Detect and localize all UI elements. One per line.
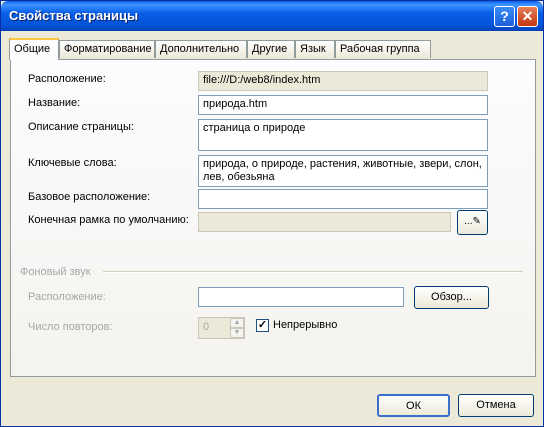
default-frame-field (198, 212, 451, 232)
tab-strip: Общие Форматирование Дополнительно Други… (9, 38, 539, 60)
description-textarea[interactable]: страница о природе (198, 119, 488, 151)
keywords-label: Ключевые слова: (28, 157, 117, 169)
spin-down-icon: ▼ (230, 328, 244, 338)
edit-icon: ...✎ (464, 216, 481, 227)
tab-general[interactable]: Общие (9, 38, 59, 60)
cancel-button[interactable]: Отмена (458, 394, 534, 417)
continuous-label[interactable]: Непрерывно (273, 319, 337, 331)
loop-count-spinner: 0 ▲ ▼ (198, 317, 245, 339)
sound-location-input[interactable] (198, 287, 404, 307)
dialog-title: Свойства страницы (9, 8, 139, 23)
edit-frame-button[interactable]: ...✎ (457, 210, 488, 235)
loop-count-label: Число повторов: (28, 321, 113, 333)
close-button[interactable]: ✕ (517, 6, 538, 27)
location-label: Расположение: (28, 73, 106, 85)
sound-location-label: Расположение: (28, 291, 106, 303)
spin-up-icon: ▲ (230, 318, 244, 328)
tab-workgroup[interactable]: Рабочая группа (335, 40, 431, 58)
continuous-checkbox[interactable]: ✓ (256, 319, 269, 332)
tab-language[interactable]: Язык (295, 40, 335, 58)
section-separator (103, 271, 523, 273)
location-field: file:///D:/web8/index.htm (198, 71, 488, 91)
keywords-textarea[interactable]: природа, о природе, растения, животные, … (198, 155, 488, 187)
title-bar: Свойства страницы ? ✕ (1, 1, 543, 31)
tab-other[interactable]: Другие (247, 40, 295, 58)
default-frame-label: Конечная рамка по умолчанию: (28, 214, 189, 226)
checkmark-icon: ✓ (257, 319, 268, 331)
tab-formatting[interactable]: Форматирование (59, 40, 155, 58)
description-label: Описание страницы: (28, 121, 134, 133)
base-location-label: Базовое расположение: (28, 191, 151, 203)
ok-button[interactable]: ОК (377, 394, 450, 417)
title-label: Название: (28, 97, 81, 109)
browse-button[interactable]: Обзор... (414, 286, 489, 309)
background-sound-section-label: Фоновый звук (20, 266, 91, 278)
loop-count-value: 0 (203, 321, 210, 333)
base-location-input[interactable] (198, 189, 488, 209)
tab-advanced[interactable]: Дополнительно (155, 40, 247, 58)
page-properties-dialog: Свойства страницы ? ✕ Общие Форматирован… (0, 0, 544, 427)
title-input[interactable]: природа.htm (198, 95, 488, 115)
help-button[interactable]: ? (494, 6, 515, 27)
